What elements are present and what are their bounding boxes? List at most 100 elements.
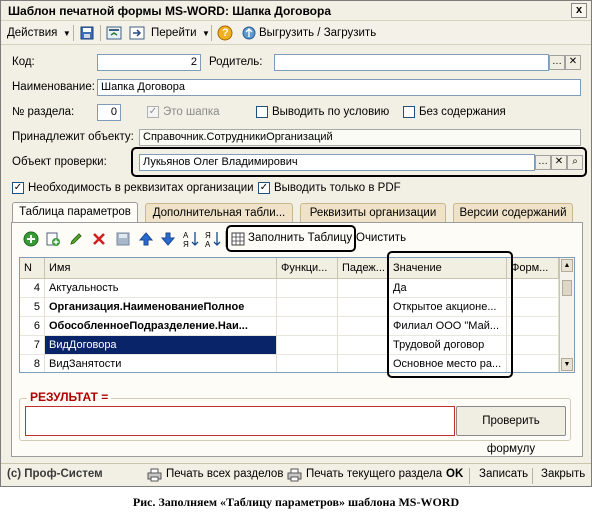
- check-formula-button[interactable]: Проверить формулу: [456, 406, 566, 455]
- row-value[interactable]: Трудовой договор: [389, 336, 507, 355]
- parent-field[interactable]: [274, 54, 549, 71]
- row-format[interactable]: [507, 336, 559, 355]
- figure-caption: Рис. Заполняем «Таблицу параметров» шабл…: [132, 495, 460, 509]
- add-icon[interactable]: [23, 231, 39, 247]
- move-down-icon[interactable]: [160, 231, 176, 247]
- svg-text:Я: Я: [183, 240, 189, 248]
- row-name-selected[interactable]: ВидДоговора: [45, 336, 277, 355]
- row-value[interactable]: Филиал ООО "Май...: [389, 317, 507, 336]
- code-label: Код:: [12, 56, 35, 68]
- dialog-window: Шаблон печатной формы MS-WORD: Шапка Дог…: [0, 0, 592, 487]
- sort-desc-icon[interactable]: Я A: [205, 230, 221, 248]
- check-object-select-button[interactable]: …: [535, 155, 551, 170]
- is-header-checkbox[interactable]: ✓: [147, 106, 159, 118]
- scroll-down-icon[interactable]: ▼: [561, 358, 573, 371]
- delete-icon[interactable]: [91, 231, 107, 247]
- copy-icon[interactable]: [45, 231, 61, 247]
- sort-asc-icon[interactable]: A Я: [183, 230, 199, 248]
- row-case[interactable]: [338, 336, 389, 355]
- pdf-only-checkbox[interactable]: ✓: [258, 182, 270, 194]
- section-label: № раздела:: [12, 106, 75, 118]
- fill-table-button[interactable]: Заполнить Таблицу: [248, 232, 352, 244]
- tab-strip: Таблица параметров Дополнительная табли.…: [12, 202, 582, 223]
- move-up-icon[interactable]: [138, 231, 154, 247]
- refresh-icon[interactable]: [106, 25, 122, 41]
- column-header-format[interactable]: Форм...: [507, 258, 559, 279]
- parent-select-button[interactable]: …: [549, 55, 565, 70]
- column-header-case[interactable]: Падеж...: [338, 258, 389, 279]
- row-format[interactable]: [507, 298, 559, 317]
- parent-label: Родитель:: [209, 56, 263, 68]
- row-format[interactable]: [507, 279, 559, 298]
- result-label: РЕЗУЛЬТАТ =: [27, 390, 112, 404]
- row-value[interactable]: Открытое акционе...: [389, 298, 507, 317]
- section-field[interactable]: 0: [97, 104, 121, 121]
- parent-clear-icon[interactable]: ✕: [565, 55, 581, 70]
- edit-icon[interactable]: [68, 231, 84, 247]
- row-function[interactable]: [277, 298, 338, 317]
- save-close-icon[interactable]: [79, 25, 95, 41]
- row-name[interactable]: ОбособленноеПодразделение.Наи...: [45, 317, 277, 336]
- goto-menu[interactable]: Перейти ▼: [151, 24, 210, 42]
- goto-label: Перейти: [151, 27, 197, 39]
- tab-additional-table[interactable]: Дополнительная табли...: [145, 203, 293, 222]
- row-name[interactable]: ВидЗанятости: [45, 355, 277, 372]
- save-icon[interactable]: [115, 231, 131, 247]
- column-header-value[interactable]: Значение: [389, 258, 507, 279]
- conditional-checkbox[interactable]: [256, 106, 268, 118]
- no-content-checkbox[interactable]: [403, 106, 415, 118]
- tab-parameters[interactable]: Таблица параметров: [12, 202, 138, 223]
- row-name[interactable]: Организация.НаименованиеПолное: [45, 298, 277, 317]
- svg-text:Я: Я: [205, 231, 211, 240]
- row-function[interactable]: [277, 336, 338, 355]
- column-header-name[interactable]: Имя: [45, 258, 277, 279]
- row-case[interactable]: [338, 355, 389, 372]
- save-button[interactable]: Записать: [479, 468, 528, 480]
- result-field[interactable]: [25, 406, 455, 436]
- main-toolbar: Действия ▼ Перейти ▼ ? Выгрузить / Загру…: [1, 21, 591, 45]
- row-format[interactable]: [507, 317, 559, 336]
- row-number: 8: [20, 355, 45, 372]
- no-content-label: Без содержания: [419, 106, 506, 118]
- tab-content-versions[interactable]: Версии содержаний: [453, 203, 573, 222]
- scroll-up-icon[interactable]: ▲: [561, 259, 573, 272]
- check-object-field[interactable]: Лукьянов Олег Владимирович: [139, 154, 535, 171]
- require-checkbox[interactable]: ✓: [12, 182, 24, 194]
- tab-org-requisites[interactable]: Реквизиты организации: [300, 203, 446, 222]
- clear-button[interactable]: Очистить: [356, 232, 406, 244]
- scroll-thumb[interactable]: [562, 280, 572, 296]
- row-case[interactable]: [338, 298, 389, 317]
- row-function[interactable]: [277, 355, 338, 372]
- row-number: 6: [20, 317, 45, 336]
- ok-button[interactable]: OK: [446, 468, 463, 480]
- actions-menu[interactable]: Действия ▼: [7, 24, 71, 42]
- row-case[interactable]: [338, 317, 389, 336]
- close-button[interactable]: Закрыть: [541, 468, 585, 480]
- row-format[interactable]: [507, 355, 559, 372]
- belongs-field[interactable]: Справочник.СотрудникиОрганизаций: [139, 129, 581, 146]
- name-field[interactable]: Шапка Договора: [97, 79, 581, 96]
- row-case[interactable]: [338, 279, 389, 298]
- actions-label: Действия: [7, 27, 58, 39]
- svg-text:A: A: [205, 240, 211, 248]
- code-field[interactable]: 2: [97, 54, 201, 71]
- status-bar: (c) Проф-Систем Печать всех разделов Печ…: [1, 463, 591, 486]
- row-number: 5: [20, 298, 45, 317]
- check-object-clear-icon[interactable]: ✕: [551, 155, 567, 170]
- print-current-button[interactable]: Печать текущего раздела: [306, 468, 442, 480]
- window-close-button[interactable]: x: [571, 3, 587, 18]
- upload-download-button[interactable]: Выгрузить / Загрузить: [259, 24, 376, 42]
- row-function[interactable]: [277, 317, 338, 336]
- row-name[interactable]: Актуальность: [45, 279, 277, 298]
- row-function[interactable]: [277, 279, 338, 298]
- print-all-button[interactable]: Печать всех разделов: [166, 468, 283, 480]
- svg-text:A: A: [183, 231, 189, 240]
- conditional-label: Выводить по условию: [272, 106, 390, 118]
- row-value[interactable]: Да: [389, 279, 507, 298]
- column-header-function[interactable]: Функци...: [277, 258, 338, 279]
- row-value[interactable]: Основное место ра...: [389, 355, 507, 372]
- grid-scrollbar[interactable]: ▲ ▼: [559, 258, 574, 372]
- parameters-table[interactable]: N Имя Функци... Падеж... Значение Форм..…: [19, 257, 575, 373]
- column-header-n[interactable]: N: [20, 258, 45, 279]
- search-icon[interactable]: ⌕: [567, 155, 583, 170]
